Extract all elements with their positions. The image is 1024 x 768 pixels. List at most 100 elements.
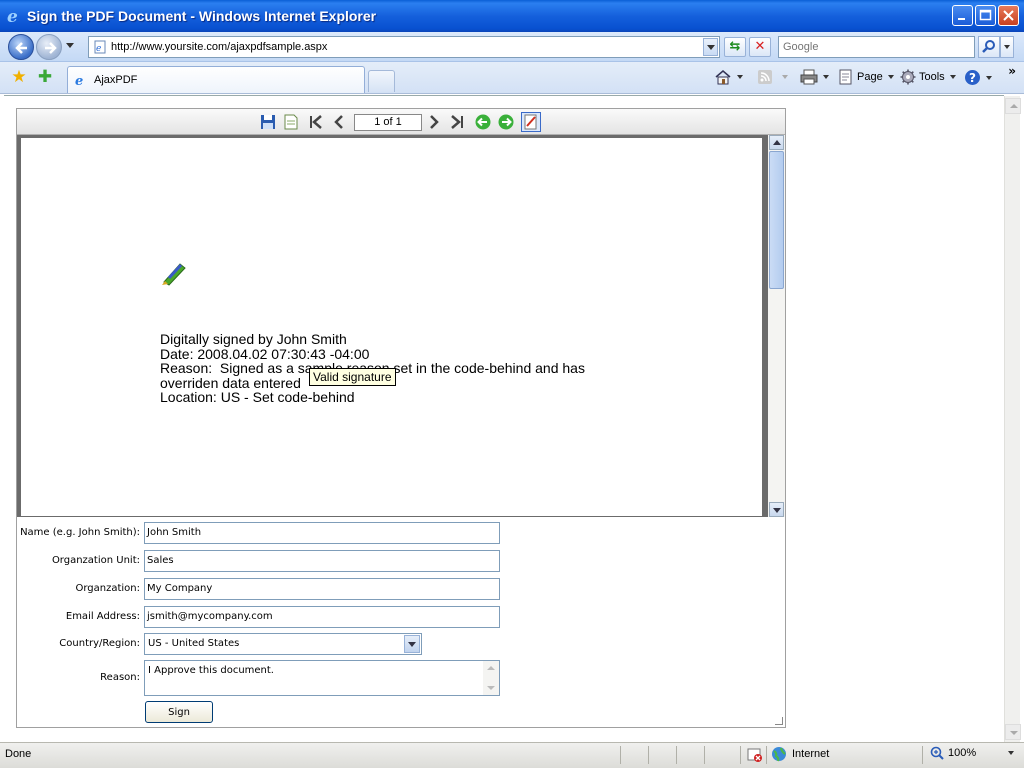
- protected-mode-icon[interactable]: [747, 747, 763, 763]
- page-number-input[interactable]: 1 of 1: [354, 114, 422, 131]
- search-options-dropdown[interactable]: [1000, 36, 1014, 58]
- signature-line: Digitally signed by John Smith: [160, 331, 347, 347]
- close-button[interactable]: [998, 5, 1019, 26]
- home-dropdown-icon: [737, 75, 743, 79]
- forward-button[interactable]: [36, 34, 62, 60]
- reason-label: Reason:: [100, 672, 140, 683]
- status-bar: Done Internet 100%: [0, 742, 1024, 768]
- organization-field[interactable]: My Company: [144, 578, 500, 600]
- sign-button[interactable]: Sign: [145, 701, 213, 723]
- status-divider: [704, 746, 705, 764]
- tab-command-toolbar: ★ ✚ e AjaxPDF Page Tools ? »: [0, 62, 1024, 94]
- favorites-star-icon[interactable]: ★: [10, 68, 28, 86]
- status-divider: [620, 746, 621, 764]
- org-unit-label: Organzation Unit:: [51, 555, 140, 566]
- country-selected-value: US - United States: [148, 638, 240, 649]
- country-dropdown-button[interactable]: [404, 635, 420, 653]
- reason-textarea[interactable]: I Approve this document.: [144, 660, 500, 696]
- status-divider: [676, 746, 677, 764]
- search-box[interactable]: [778, 36, 975, 58]
- add-favorites-icon[interactable]: ✚: [36, 68, 54, 86]
- resize-grip[interactable]: [775, 717, 783, 725]
- zoom-control[interactable]: 100%: [930, 746, 1015, 760]
- toolbar-overflow-icon[interactable]: »: [1008, 64, 1016, 78]
- signature-tooltip: Valid signature: [309, 368, 396, 386]
- search-button[interactable]: [978, 36, 1000, 58]
- tools-menu[interactable]: Tools: [900, 69, 956, 85]
- zoom-level: 100%: [948, 747, 977, 759]
- minimize-icon: [958, 18, 965, 20]
- email-field[interactable]: jsmith@mycompany.com: [144, 606, 500, 628]
- print-dropdown-icon: [823, 75, 829, 79]
- sign-tool-icon[interactable]: [521, 112, 541, 132]
- help-menu[interactable]: ?: [964, 69, 992, 86]
- refresh-icon: ⇆: [729, 39, 741, 54]
- country-select[interactable]: US - United States: [144, 633, 422, 655]
- pdf-scroll-up-button[interactable]: [769, 135, 784, 150]
- new-tab-button[interactable]: [368, 70, 395, 92]
- zone-label: Internet: [792, 748, 830, 760]
- globe-icon: [772, 747, 786, 762]
- window-controls: [952, 5, 1019, 26]
- forward-green-icon[interactable]: [497, 113, 515, 131]
- signature-form: Name (e.g. John Smith): John Smith Organ…: [17, 518, 785, 728]
- maximize-button[interactable]: [975, 5, 996, 26]
- reason-scrollbar[interactable]: [483, 661, 499, 695]
- address-toolbar: e ⇆ ✕: [0, 32, 1024, 62]
- signature-pen-icon[interactable]: [160, 258, 190, 288]
- status-text: Done: [5, 748, 32, 760]
- svg-text:e: e: [7, 7, 18, 25]
- back-arrow-icon: [15, 42, 27, 54]
- form-row-organization: Organzation: My Company: [17, 578, 785, 602]
- viewer-toolbar: 1 of 1: [17, 109, 785, 135]
- stop-button[interactable]: ✕: [749, 37, 771, 57]
- reason-text: I Approve this document.: [148, 665, 274, 676]
- tab-ajaxpdf[interactable]: e AjaxPDF: [67, 66, 365, 93]
- name-field[interactable]: John Smith: [144, 522, 500, 544]
- rss-feed-icon: [758, 70, 772, 84]
- gear-icon: [900, 69, 916, 85]
- pdf-scroll-down-button[interactable]: [769, 502, 784, 517]
- home-button[interactable]: [714, 69, 743, 85]
- recent-pages-dropdown[interactable]: [66, 43, 74, 48]
- document-icon[interactable]: [282, 113, 300, 131]
- page-scrollbar[interactable]: [1004, 96, 1021, 742]
- page-menu[interactable]: Page: [838, 69, 894, 85]
- organization-label: Organzation:: [75, 583, 140, 594]
- refresh-button[interactable]: ⇆: [724, 37, 746, 57]
- pdf-scroll-thumb[interactable]: [769, 151, 784, 289]
- search-icon: [982, 40, 995, 53]
- search-input[interactable]: [779, 37, 974, 57]
- pdf-page: Digitally signed by John Smith Date: 2008…: [21, 138, 762, 516]
- save-icon[interactable]: [259, 113, 277, 131]
- svg-text:e: e: [75, 74, 83, 87]
- zoom-icon: [930, 746, 944, 760]
- page-scroll-down-button[interactable]: [1005, 724, 1021, 740]
- url-input[interactable]: [111, 41, 703, 53]
- org-unit-field[interactable]: Sales: [144, 550, 500, 572]
- signature-line: Date: 2008.04.02 07:30:43 -04:00: [160, 345, 370, 362]
- last-page-icon[interactable]: [448, 113, 466, 131]
- next-page-icon[interactable]: [425, 113, 443, 131]
- page-scroll-up-button[interactable]: [1005, 98, 1021, 114]
- back-green-icon[interactable]: [474, 113, 492, 131]
- print-button[interactable]: [800, 69, 829, 85]
- status-divider: [766, 746, 767, 764]
- maximize-icon: [979, 9, 992, 21]
- first-page-icon[interactable]: [307, 113, 325, 131]
- previous-page-icon[interactable]: [330, 113, 348, 131]
- printer-icon: [800, 69, 818, 85]
- pdf-scrollbar[interactable]: [768, 135, 785, 517]
- form-row-email: Email Address: jsmith@mycompany.com: [17, 606, 785, 630]
- security-zone[interactable]: Internet: [771, 746, 829, 762]
- status-divider: [648, 746, 649, 764]
- form-row-org-unit: Organzation Unit: Sales: [17, 550, 785, 574]
- minimize-button[interactable]: [952, 5, 973, 26]
- back-button[interactable]: [8, 34, 34, 60]
- form-row-reason: Reason: I Approve this document.: [17, 660, 785, 698]
- feeds-button[interactable]: [757, 69, 788, 85]
- address-dropdown-button[interactable]: [703, 38, 718, 56]
- stop-icon: ✕: [754, 39, 766, 54]
- email-label: Email Address:: [65, 611, 140, 622]
- address-bar[interactable]: e: [88, 36, 720, 58]
